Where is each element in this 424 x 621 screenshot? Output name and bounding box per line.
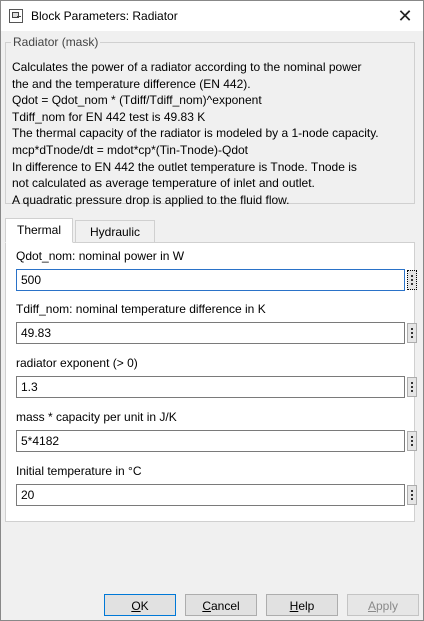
capacity-input[interactable] — [16, 430, 405, 452]
mask-title: Radiator (mask) — [11, 35, 101, 49]
ok-mnemonic: O — [131, 599, 141, 613]
close-icon[interactable]: ✕ — [387, 1, 423, 31]
block-icon — [9, 9, 23, 23]
apply-mnemonic: A — [367, 599, 376, 613]
description-line: A quadratic pressure drop is applied to … — [12, 192, 290, 207]
capacity-label: mass * capacity per unit in J/K — [16, 410, 177, 424]
description-line: the and the temperature difference (EN 4… — [12, 76, 251, 91]
initial-temperature-input[interactable] — [16, 484, 405, 506]
qdot-nom-label: Qdot_nom: nominal power in W — [16, 249, 185, 263]
description-line: The thermal capacity of the radiator is … — [12, 126, 379, 141]
title-bar[interactable]: Block Parameters: Radiator ✕ — [1, 1, 423, 31]
capacity-menu-button[interactable] — [407, 431, 417, 451]
more-options-icon — [411, 275, 413, 285]
description-line: Qdot = Qdot_nom * (Tdiff/Tdiff_nom)^expo… — [12, 93, 262, 108]
mask-description: Calculates the power of a radiator accor… — [12, 59, 416, 208]
initial-temperature-label: Initial temperature in °C — [16, 464, 142, 478]
apply-button[interactable]: Apply — [347, 594, 419, 616]
parameter-tabs: Thermal Hydraulic — [5, 218, 415, 243]
exponent-input[interactable] — [16, 376, 405, 398]
more-options-icon — [411, 436, 413, 446]
cancel-button[interactable]: Cancel — [185, 594, 257, 616]
window-title: Block Parameters: Radiator — [31, 9, 178, 23]
description-line: In difference to EN 442 the outlet tempe… — [12, 159, 357, 174]
initial-temperature-menu-button[interactable] — [407, 485, 417, 505]
description-line: Tdiff_nom for EN 442 test is 49.83 K — [12, 109, 206, 124]
description-line: Calculates the power of a radiator accor… — [12, 60, 362, 74]
description-line: not calculated as average temperature of… — [12, 176, 315, 191]
help-button[interactable]: Help — [266, 594, 338, 616]
tab-hydraulic[interactable]: Hydraulic — [75, 220, 155, 242]
more-options-icon — [411, 328, 413, 338]
description-line: mcp*dTnode/dt = mdot*cp*(Tin-Tnode)-Qdot — [12, 142, 248, 157]
ok-label: K — [140, 599, 149, 613]
cancel-mnemonic: C — [202, 599, 211, 613]
cancel-label: ancel — [210, 599, 240, 613]
ok-button[interactable]: OK — [104, 594, 176, 616]
more-options-icon — [411, 490, 413, 500]
tdiff-nom-input[interactable] — [16, 322, 405, 344]
tdiff-nom-menu-button[interactable] — [407, 323, 417, 343]
exponent-menu-button[interactable] — [407, 377, 417, 397]
tab-thermal[interactable]: Thermal — [5, 218, 73, 243]
more-options-icon — [411, 382, 413, 392]
help-label: elp — [298, 599, 315, 613]
thermal-panel: Qdot_nom: nominal power in W Tdiff_nom: … — [5, 242, 417, 522]
qdot-nom-input[interactable] — [16, 269, 405, 291]
tdiff-nom-label: Tdiff_nom: nominal temperature differenc… — [16, 302, 266, 316]
exponent-label: radiator exponent (> 0) — [16, 356, 138, 370]
apply-label: pply — [376, 599, 399, 613]
qdot-nom-menu-button[interactable] — [407, 270, 417, 290]
